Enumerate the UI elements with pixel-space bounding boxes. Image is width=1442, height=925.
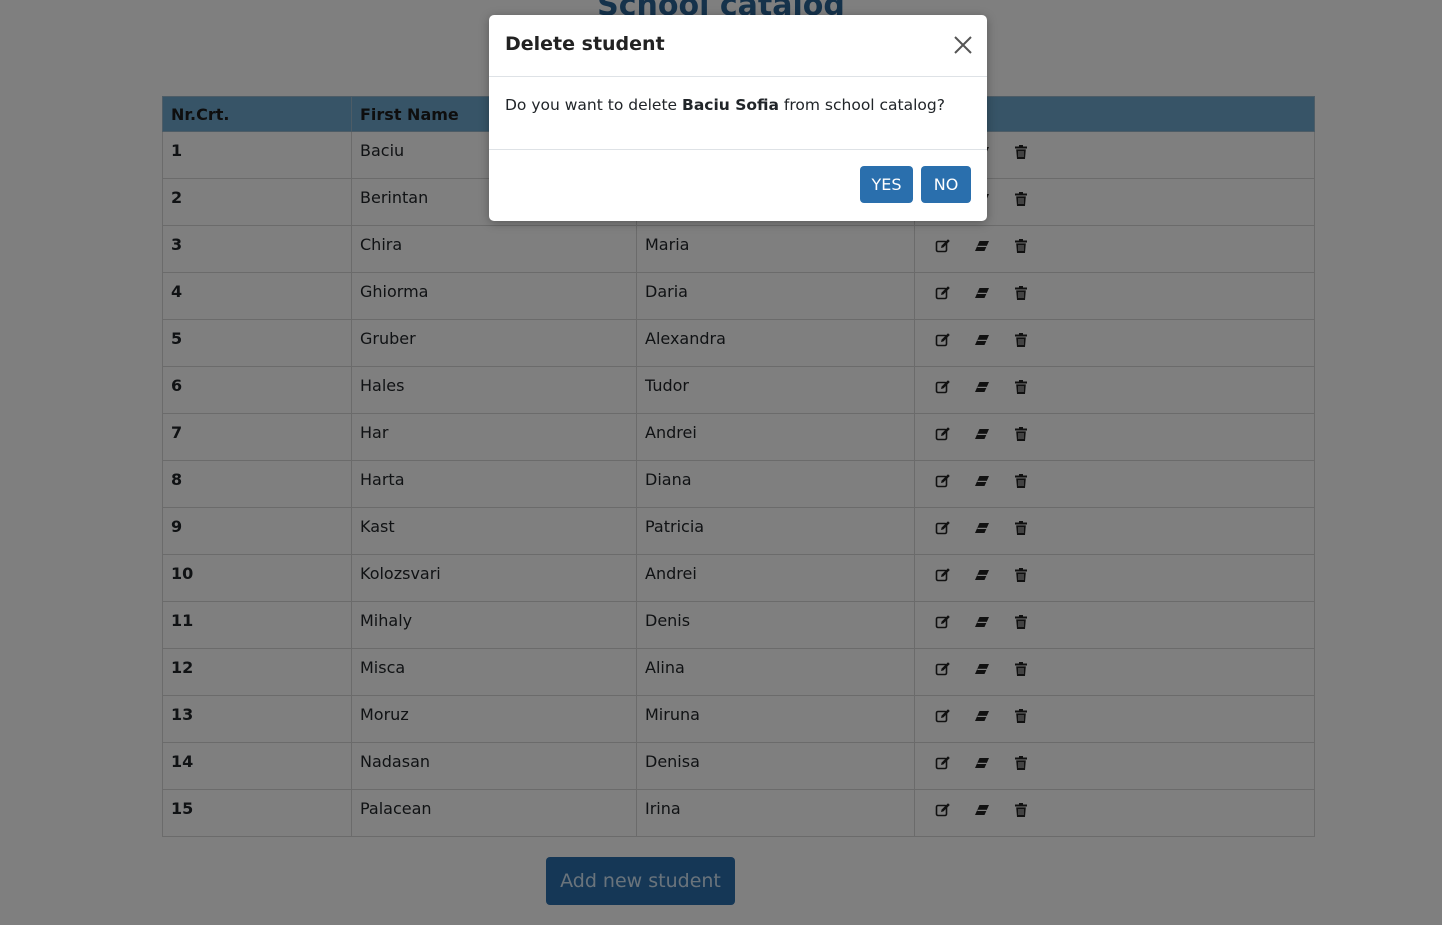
- modal-body: Do you want to delete Baciu Sofia from s…: [489, 77, 987, 150]
- modal-message-prefix: Do you want to delete: [505, 96, 683, 114]
- delete-student-modal: Delete student Do you want to delete Bac…: [489, 15, 987, 221]
- no-button[interactable]: NO: [921, 166, 971, 203]
- modal-header: Delete student: [489, 15, 987, 77]
- close-icon: [954, 36, 972, 54]
- close-button[interactable]: [951, 33, 975, 57]
- modal-student-name: Baciu Sofia: [682, 96, 779, 114]
- modal-title: Delete student: [505, 33, 665, 55]
- yes-button[interactable]: YES: [860, 166, 913, 203]
- modal-footer: YES NO: [489, 150, 987, 220]
- modal-message-suffix: from school catalog?: [778, 96, 945, 114]
